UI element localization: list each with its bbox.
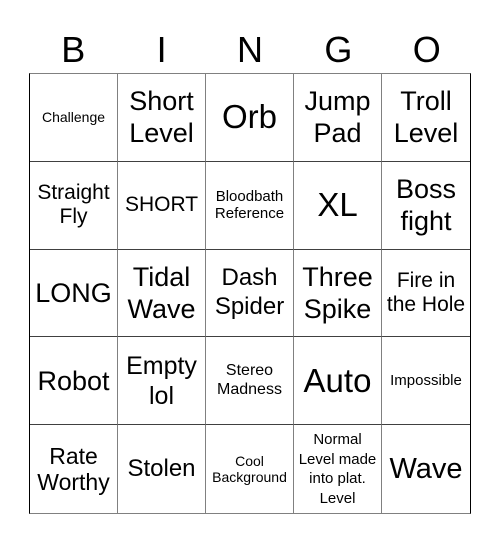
bingo-cell[interactable]: Orb [206, 74, 294, 162]
bingo-cell[interactable]: Stereo Madness [206, 337, 294, 426]
bingo-cell[interactable]: Three Spike [294, 249, 382, 338]
bingo-cell[interactable]: LONG [30, 249, 118, 338]
bingo-cell[interactable]: Bloodbath Reference [206, 161, 294, 250]
bingo-cell[interactable]: Tidal Wave [118, 249, 206, 338]
bingo-cell[interactable]: SHORT [118, 161, 206, 250]
bingo-cell[interactable]: Straight Fly [30, 161, 118, 250]
bingo-cell[interactable]: XL [294, 161, 382, 250]
bingo-cell[interactable]: Fire in the Hole [382, 250, 470, 338]
header-letter-n: N [236, 29, 263, 70]
bingo-cell[interactable]: Normal Level made into plat. Level [294, 425, 382, 513]
header-letter-g: G [324, 29, 353, 70]
bingo-cell[interactable]: Short Level [118, 74, 206, 162]
bingo-cell[interactable]: Stolen [118, 425, 206, 513]
bingo-cell[interactable]: Impossible [382, 337, 470, 426]
bingo-header: B I N G O [29, 28, 471, 72]
bingo-cell[interactable]: Troll Level [382, 74, 470, 162]
bingo-cell[interactable]: Jump Pad [294, 74, 382, 162]
bingo-cell[interactable]: Robot [30, 337, 118, 426]
bingo-cell[interactable]: Empty lol [118, 337, 206, 426]
header-letter-i: I [156, 29, 167, 70]
bingo-cell[interactable]: Dash Spider [206, 249, 294, 338]
bingo-cell[interactable]: Cool Background [206, 425, 294, 513]
header-letter-b: B [61, 29, 86, 70]
header-letter-o: O [412, 29, 441, 70]
bingo-grid: Challenge Short Level Orb Jump Pad Troll… [29, 73, 471, 514]
bingo-cell[interactable]: Auto [294, 337, 382, 426]
bingo-cell[interactable]: Challenge [30, 74, 118, 162]
bingo-cell[interactable]: Wave [382, 425, 470, 513]
bingo-cell[interactable]: Boss fight [382, 162, 470, 250]
bingo-cell[interactable]: Rate Worthy [30, 425, 118, 513]
